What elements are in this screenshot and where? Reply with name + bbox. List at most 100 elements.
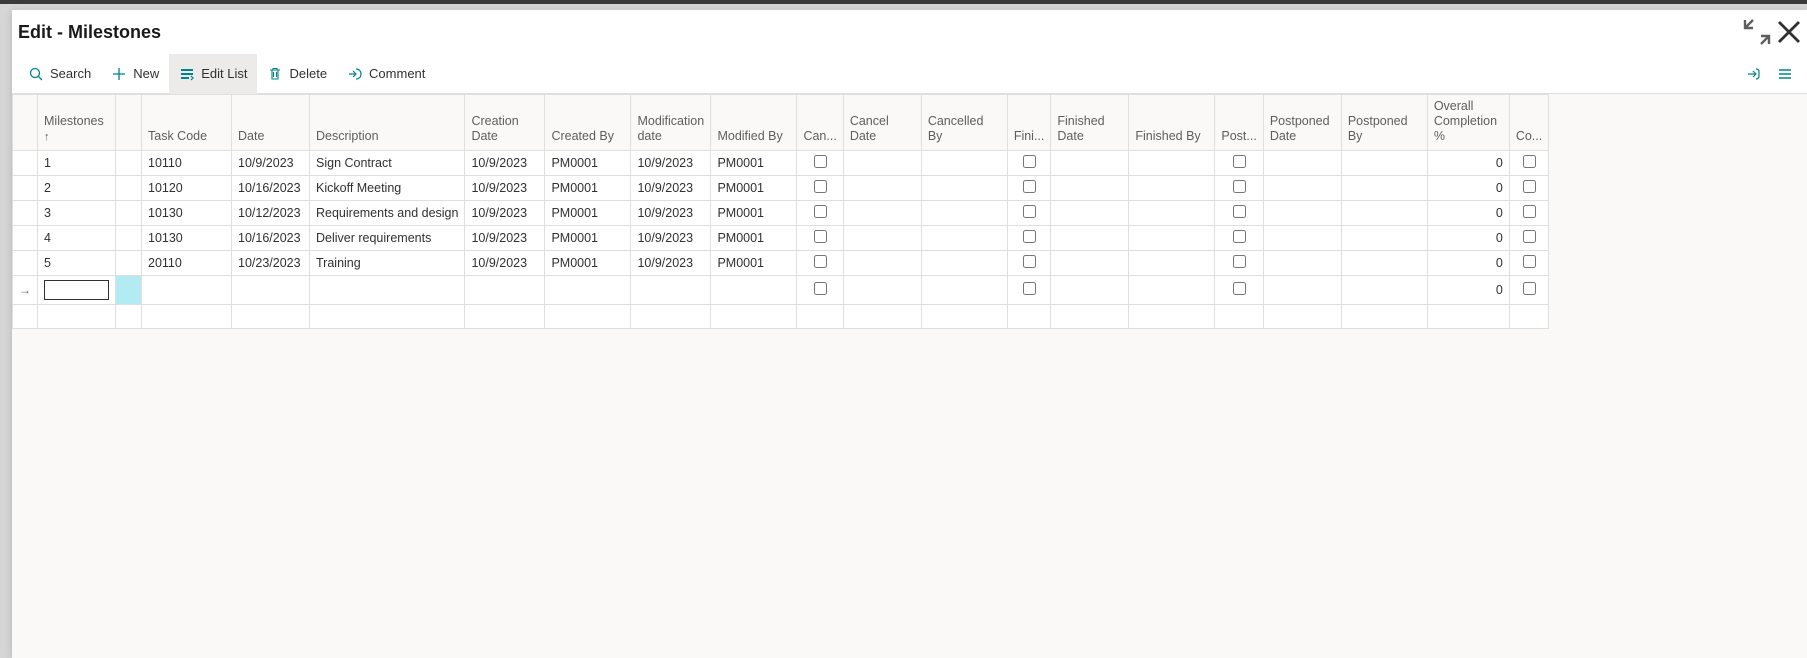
col-task-code[interactable]: Task Code xyxy=(142,95,232,151)
cell-empty[interactable] xyxy=(545,276,631,305)
col-milestones[interactable]: Milestones↑ xyxy=(38,95,116,151)
cell-date[interactable]: 10/23/2023 xyxy=(232,251,310,276)
col-post[interactable]: Post... xyxy=(1215,95,1263,151)
cell-fini-checkbox[interactable] xyxy=(1023,155,1036,168)
col-description[interactable]: Description xyxy=(310,95,465,151)
cell-co-checkbox[interactable] xyxy=(1523,282,1536,295)
cell-completion[interactable]: 0 xyxy=(1427,176,1509,201)
cell-empty[interactable] xyxy=(711,276,797,305)
cell-milestone[interactable]: 4 xyxy=(38,226,116,251)
cell-empty[interactable] xyxy=(310,276,465,305)
cell-completion[interactable]: 0 xyxy=(1427,276,1509,305)
cell-co-checkbox[interactable] xyxy=(1523,180,1536,193)
cell-can-checkbox[interactable] xyxy=(814,282,827,295)
cell-finished-date[interactable] xyxy=(1051,201,1129,226)
cell-empty[interactable] xyxy=(232,276,310,305)
table-row[interactable]: 11011010/9/2023Sign Contract10/9/2023PM0… xyxy=(13,151,1549,176)
cell-finished-date[interactable] xyxy=(1051,226,1129,251)
cell-postponed-by[interactable] xyxy=(1341,201,1427,226)
col-created-by[interactable]: Created By xyxy=(545,95,631,151)
cell-empty[interactable] xyxy=(142,276,232,305)
cell-date[interactable]: 10/12/2023 xyxy=(232,201,310,226)
comment-button[interactable]: Comment xyxy=(337,54,435,94)
cell-cancelled-by[interactable] xyxy=(921,226,1007,251)
cell-can-checkbox[interactable] xyxy=(814,205,827,218)
cell-postponed-date[interactable] xyxy=(1263,226,1341,251)
cell-milestone-input[interactable] xyxy=(38,276,116,305)
cell-cancel-date[interactable] xyxy=(843,201,921,226)
col-finished-date[interactable]: Finished Date xyxy=(1051,95,1129,151)
cell-postponed-date[interactable] xyxy=(1263,176,1341,201)
cell-milestone[interactable]: 1 xyxy=(38,151,116,176)
col-completion[interactable]: Overall Completion % xyxy=(1427,95,1509,151)
cell-task-code[interactable]: 10120 xyxy=(142,176,232,201)
cell-date[interactable]: 10/16/2023 xyxy=(232,176,310,201)
table-container[interactable]: Milestones↑ Task Code Date Description C… xyxy=(12,94,1807,658)
cell-milestone[interactable]: 2 xyxy=(38,176,116,201)
table-row[interactable]: 31013010/12/2023Requirements and design1… xyxy=(13,201,1549,226)
cell-cancel-date[interactable] xyxy=(843,151,921,176)
col-cancelled-by[interactable]: Cancelled By xyxy=(921,95,1007,151)
cell-fini-checkbox[interactable] xyxy=(1023,180,1036,193)
col-creation-date[interactable]: Creation Date xyxy=(465,95,545,151)
cell-created-by[interactable]: PM0001 xyxy=(545,251,631,276)
cell-description[interactable]: Sign Contract xyxy=(310,151,465,176)
col-postponed-by[interactable]: Postponed By xyxy=(1341,95,1427,151)
cell-description[interactable]: Deliver requirements xyxy=(310,226,465,251)
cell-date[interactable]: 10/9/2023 xyxy=(232,151,310,176)
col-date[interactable]: Date xyxy=(232,95,310,151)
cell-co-checkbox[interactable] xyxy=(1523,155,1536,168)
cell-cancel-date[interactable] xyxy=(843,251,921,276)
cell-modification-date[interactable]: 10/9/2023 xyxy=(631,201,711,226)
cell-co-checkbox[interactable] xyxy=(1523,255,1536,268)
cell-task-code[interactable]: 10130 xyxy=(142,226,232,251)
cell-modification-date[interactable]: 10/9/2023 xyxy=(631,251,711,276)
cell-postponed-date[interactable] xyxy=(1263,201,1341,226)
cell-finished-by[interactable] xyxy=(1129,176,1215,201)
cell-task-code[interactable]: 20110 xyxy=(142,251,232,276)
col-co[interactable]: Co... xyxy=(1509,95,1548,151)
cell-empty[interactable] xyxy=(1263,276,1341,305)
cell-modified-by[interactable]: PM0001 xyxy=(711,226,797,251)
cell-fini-checkbox[interactable] xyxy=(1023,255,1036,268)
table-row[interactable]: 21012010/16/2023Kickoff Meeting10/9/2023… xyxy=(13,176,1549,201)
cell-can-checkbox[interactable] xyxy=(814,155,827,168)
col-fini[interactable]: Fini... xyxy=(1007,95,1051,151)
edit-list-button[interactable]: Edit List xyxy=(169,54,257,94)
cell-modified-by[interactable]: PM0001 xyxy=(711,251,797,276)
cell-post-checkbox[interactable] xyxy=(1233,230,1246,243)
close-button[interactable] xyxy=(1773,16,1805,48)
col-postponed-date[interactable]: Postponed Date xyxy=(1263,95,1341,151)
cell-cancelled-by[interactable] xyxy=(921,151,1007,176)
cell-task-code[interactable]: 10130 xyxy=(142,201,232,226)
cell-modification-date[interactable]: 10/9/2023 xyxy=(631,226,711,251)
cell-post-checkbox[interactable] xyxy=(1233,255,1246,268)
cell-post-checkbox[interactable] xyxy=(1233,205,1246,218)
cell-cancel-date[interactable] xyxy=(843,176,921,201)
cell-co-checkbox[interactable] xyxy=(1523,205,1536,218)
cell-cancelled-by[interactable] xyxy=(921,201,1007,226)
minimize-button[interactable] xyxy=(1741,16,1773,48)
cell-finished-by[interactable] xyxy=(1129,251,1215,276)
cell-empty[interactable] xyxy=(843,276,921,305)
cell-cancel-date[interactable] xyxy=(843,226,921,251)
cell-empty[interactable] xyxy=(1051,276,1129,305)
cell-description[interactable]: Kickoff Meeting xyxy=(310,176,465,201)
cell-creation-date[interactable]: 10/9/2023 xyxy=(465,251,545,276)
table-row[interactable]: 41013010/16/2023Deliver requirements10/9… xyxy=(13,226,1549,251)
cell-fini-checkbox[interactable] xyxy=(1023,230,1036,243)
cell-can-checkbox[interactable] xyxy=(814,180,827,193)
cell-empty[interactable] xyxy=(921,276,1007,305)
cell-task-code[interactable]: 10110 xyxy=(142,151,232,176)
new-row[interactable]: →0 xyxy=(13,276,1549,305)
cell-modified-by[interactable]: PM0001 xyxy=(711,176,797,201)
cell-completion[interactable]: 0 xyxy=(1427,226,1509,251)
col-can[interactable]: Can... xyxy=(797,95,843,151)
cell-blank[interactable] xyxy=(116,276,142,305)
cell-can-checkbox[interactable] xyxy=(814,255,827,268)
cell-modified-by[interactable]: PM0001 xyxy=(711,201,797,226)
cell-empty[interactable] xyxy=(631,276,711,305)
cell-finished-by[interactable] xyxy=(1129,151,1215,176)
cell-completion[interactable]: 0 xyxy=(1427,151,1509,176)
cell-postponed-by[interactable] xyxy=(1341,176,1427,201)
